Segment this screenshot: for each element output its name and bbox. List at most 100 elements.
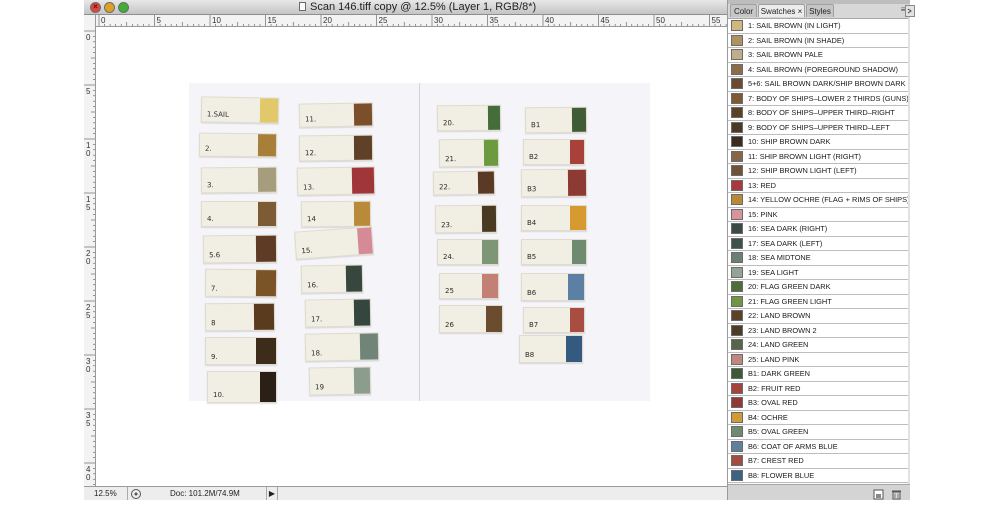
paint-sample (353, 103, 373, 126)
swatch-row[interactable]: 20: FLAG GREEN DARK (728, 280, 908, 295)
ruler-h-label: 45 (601, 16, 610, 25)
swatch-row[interactable]: 10: SHIP BROWN DARK (728, 135, 908, 150)
swatch-name: 21: FLAG GREEN LIGHT (748, 296, 832, 306)
zoom-window-button[interactable] (118, 2, 129, 13)
swatch-name: 9: BODY OF SHIPS–UPPER THIRD–LEFT (748, 122, 890, 132)
paint-sample (570, 206, 586, 230)
swatch-name: 19: SEA LIGHT (748, 267, 799, 277)
swatch-row[interactable]: B2: FRUIT RED (728, 381, 908, 396)
swatch-card: B8 (519, 335, 583, 363)
swatch-color-chip (731, 208, 743, 220)
ruler-v-label: 5 (86, 419, 91, 428)
swatch-name: 5+6: SAIL BROWN DARK/SHIP BROWN DARK (748, 79, 906, 88)
swatch-card: B7 (523, 307, 585, 333)
swatch-name: 22: LAND BROWN (748, 311, 811, 320)
swatch-row[interactable]: 17: SEA DARK (LEFT) (728, 236, 908, 251)
swatch-color-chip (731, 295, 743, 307)
swatch-color-chip (731, 136, 743, 147)
tab-color[interactable]: Color (730, 4, 757, 17)
swatch-row[interactable]: 13: RED (728, 178, 908, 193)
swatch-row[interactable]: 14: YELLOW OCHRE (FLAG + RIMS OF SHIPS) (728, 193, 909, 208)
ruler-v-label: 0 (86, 365, 91, 374)
status-menu-arrow-icon[interactable]: ▶ (266, 487, 278, 500)
close-window-button[interactable]: × (90, 2, 101, 13)
swatch-row[interactable]: 23: LAND BROWN 2 (728, 323, 908, 338)
swatch-card: 9. (205, 337, 277, 365)
swatch-row[interactable]: 21: FLAG GREEN LIGHT (728, 294, 908, 309)
status-info-icon[interactable] (130, 487, 144, 500)
paint-sample (487, 105, 501, 130)
swatch-card: 16. (300, 264, 364, 294)
status-bar: 12.5% Doc: 101.2M/74.9M ▶ (84, 486, 727, 500)
collapse-panels-icon[interactable] (905, 4, 915, 17)
paint-sample (568, 274, 584, 300)
swatch-row[interactable]: B3: OVAL RED (728, 396, 908, 411)
swatch-row[interactable]: 11: SHIP BROWN LIGHT (RIGHT) (728, 149, 908, 164)
swatch-card: B3 (520, 168, 588, 198)
swatch-card: 12. (298, 134, 374, 162)
paint-sample (259, 98, 279, 123)
swatch-row[interactable]: 5+6: SAIL BROWN DARK/SHIP BROWN DARK (728, 77, 908, 92)
swatch-card-label: 23. (441, 221, 453, 230)
ruler-h-label: 5 (157, 16, 162, 25)
swatch-row[interactable]: 15: PINK (728, 207, 908, 222)
paint-sample (345, 265, 363, 292)
horizontal-ruler[interactable]: 0 5 10 15 20 25 30 35 40 45 50 55 (96, 15, 727, 27)
swatch-card: B6 (521, 273, 585, 301)
swatch-color-chip (731, 223, 743, 234)
swatch-card-label: 11. (305, 115, 317, 124)
swatch-color-chip (731, 179, 743, 191)
swatch-card: 13. (296, 166, 376, 196)
swatch-row[interactable]: B7: CREST RED (728, 454, 908, 469)
swatch-card: 15. (294, 226, 374, 260)
ruler-h-label: 30 (434, 16, 443, 25)
paint-sample (353, 367, 371, 394)
swatch-row[interactable]: B4: OCHRE (728, 410, 908, 425)
swatch-name: B6: COAT OF ARMS BLUE (748, 441, 838, 451)
trash-icon[interactable] (891, 487, 902, 500)
desktop-background (910, 0, 1000, 500)
paint-sample (257, 134, 277, 157)
swatch-row[interactable]: 25: LAND PINK (728, 352, 908, 367)
minimize-window-button[interactable] (104, 2, 115, 13)
paint-sample (566, 336, 582, 362)
swatch-card-label: B6 (527, 289, 537, 297)
swatch-color-chip (731, 165, 743, 176)
paint-sample (482, 240, 498, 264)
swatch-name: B8: FLOWER BLUE (748, 470, 815, 480)
swatch-row[interactable]: 2: SAIL BROWN (IN SHADE) (728, 33, 908, 48)
zoom-level-field[interactable]: 12.5% (84, 487, 128, 500)
swatch-row[interactable]: B5: OVAL GREEN (728, 425, 908, 440)
swatch-row[interactable]: B1: DARK GREEN (728, 367, 908, 382)
swatch-card-label: 5.6 (209, 251, 221, 260)
document-canvas[interactable]: 1.SAIL 2. 3. 4. 5.6 7. 8 9. 10. 11. 12. 13. 14 15. 16.… (96, 27, 727, 486)
window-titlebar[interactable]: × Scan 146.tiff copy @ 12.5% (Layer 1, R… (84, 0, 727, 15)
swatch-name: B7: CREST RED (748, 456, 804, 465)
swatch-row[interactable]: 18: SEA MIDTONE (728, 251, 908, 266)
swatch-row[interactable]: 16: SEA DARK (RIGHT) (728, 222, 908, 237)
swatch-row[interactable]: B6: COAT OF ARMS BLUE (728, 439, 908, 454)
tab-styles[interactable]: Styles (806, 4, 834, 17)
swatch-name: 11: SHIP BROWN LIGHT (RIGHT) (748, 151, 861, 161)
swatch-card-label: 15. (301, 246, 313, 256)
swatch-row[interactable]: 8: BODY OF SHIPS–UPPER THIRD–RIGHT (728, 106, 908, 121)
swatch-name: B4: OCHRE (748, 412, 788, 422)
swatch-row[interactable]: 3: SAIL BROWN PALE (728, 48, 908, 63)
swatch-row[interactable]: B8: FLOWER BLUE (728, 468, 908, 483)
swatch-row[interactable]: 22: LAND BROWN (728, 309, 908, 324)
swatch-card-label: 18. (311, 349, 323, 358)
swatch-row[interactable]: 9: BODY OF SHIPS–UPPER THIRD–LEFT (728, 120, 908, 135)
swatch-row[interactable]: 7: BODY OF SHIPS–LOWER 2 THIRDS (GUNS) (728, 91, 909, 106)
swatch-row[interactable]: 24: LAND GREEN (728, 338, 908, 353)
paint-sample (256, 338, 276, 364)
swatch-color-chip (731, 20, 743, 31)
swatch-row[interactable]: 4: SAIL BROWN (FOREGROUND SHADOW) (728, 62, 908, 77)
swatch-row[interactable]: 19: SEA LIGHT (728, 265, 908, 280)
swatch-card: 11. (298, 102, 374, 128)
swatch-row[interactable]: 1: SAIL BROWN (IN LIGHT) (728, 19, 908, 34)
swatch-row[interactable]: 12: SHIP BROWN LIGHT (LEFT) (728, 164, 908, 179)
vertical-ruler[interactable]: 0510152025303540 (84, 15, 96, 486)
tab-swatches[interactable]: Swatches × (758, 4, 805, 17)
new-swatch-icon[interactable] (873, 487, 884, 500)
swatch-color-chip (731, 63, 743, 75)
